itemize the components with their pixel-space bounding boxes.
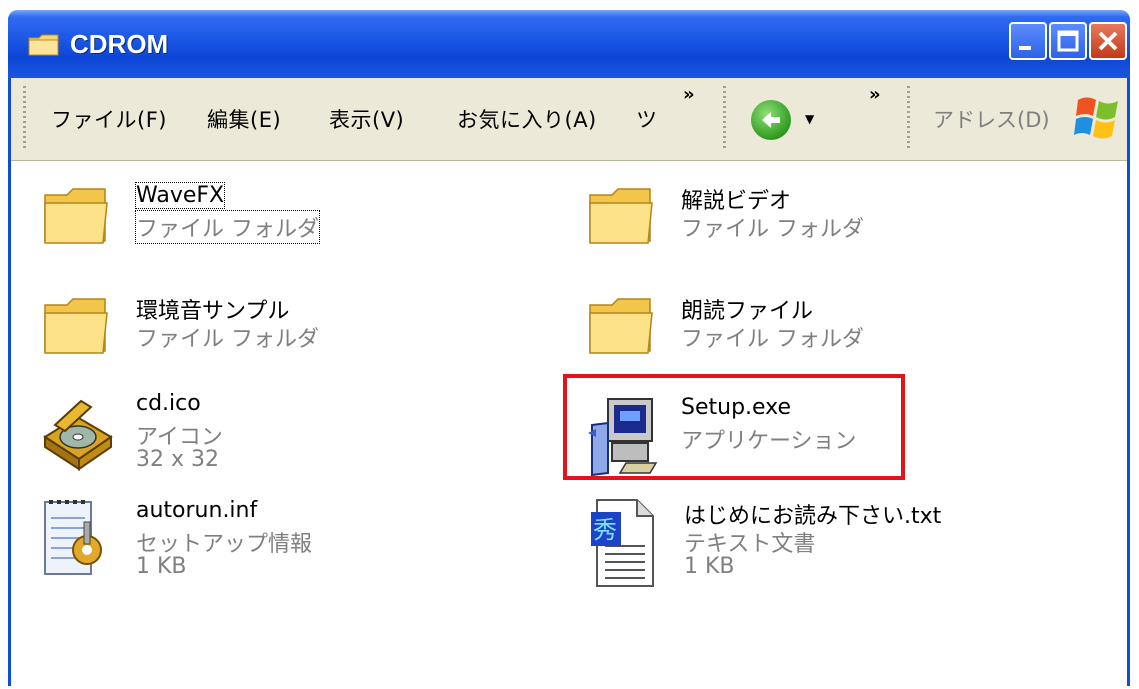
file-size: 1 KB: [136, 554, 187, 579]
menu-overflow-chevron[interactable]: »: [683, 84, 695, 105]
maximize-icon: [1057, 30, 1079, 52]
menu-tools[interactable]: ツ: [636, 104, 658, 134]
menu-toolbar: ファイル(F) 編集(E) 表示(V) お気に入り(A) ツ » ▼ » アドレ…: [11, 78, 1127, 161]
file-size: 1 KB: [684, 554, 735, 579]
toolbar-grip[interactable]: [723, 86, 726, 150]
file-item-ambient-samples[interactable]: 環境音サンプル ファイル フォルダ: [41, 291, 441, 371]
maximize-button[interactable]: [1049, 22, 1087, 60]
folder-icon: [44, 188, 108, 244]
folder-icon: [28, 34, 59, 56]
file-name: autorun.inf: [136, 498, 258, 523]
file-item-wavefx[interactable]: WaveFX ファイル フォルダ: [41, 181, 441, 261]
minimize-button[interactable]: [1009, 22, 1047, 60]
windows-logo-icon: [1074, 97, 1118, 139]
folder-icon: [44, 298, 108, 354]
cd-icon: [43, 399, 113, 471]
svg-text:秀: 秀: [593, 516, 617, 544]
menu-edit[interactable]: 編集(E): [207, 104, 281, 134]
explorer-window: CDROM ファイル(F) 編集(E) 表示(V) お気に入り(A) ツ » ▼…: [8, 10, 1130, 686]
menu-favorites[interactable]: お気に入り(A): [457, 104, 597, 134]
file-item-video[interactable]: 解説ビデオ ファイル フォルダ: [586, 181, 986, 261]
text-document-icon: 秀: [591, 499, 654, 587]
file-size: 32 x 32: [136, 447, 219, 472]
folder-icon: [589, 188, 653, 244]
minimize-icon: [1019, 46, 1031, 50]
back-arrow-icon: [762, 112, 780, 128]
menu-view[interactable]: 表示(V): [329, 104, 404, 134]
address-label[interactable]: アドレス(D): [933, 104, 1050, 134]
file-type: ファイル フォルダ: [135, 210, 320, 244]
file-item-reading-files[interactable]: 朗読ファイル ファイル フォルダ: [586, 291, 986, 371]
file-item-autorun-inf[interactable]: autorun.inf セットアップ情報 1 KB: [41, 496, 441, 596]
file-type: ファイル フォルダ: [681, 327, 864, 352]
toolbar-grip[interactable]: [23, 86, 26, 150]
file-item-readme-txt[interactable]: 秀 はじめにお読み下さい.txt テキスト文書 1 KB: [589, 496, 1089, 596]
setup-info-icon: [44, 500, 102, 575]
menu-file[interactable]: ファイル(F): [51, 104, 167, 134]
folder-icon: [589, 298, 653, 354]
file-item-cd-ico[interactable]: cd.ico アイコン 32 x 32: [41, 389, 441, 489]
back-dropdown-icon[interactable]: ▼: [805, 112, 814, 126]
close-button[interactable]: [1089, 22, 1127, 60]
setup-highlight-box: [563, 374, 905, 480]
toolbar-overflow-chevron[interactable]: »: [869, 84, 881, 105]
back-button[interactable]: [751, 100, 791, 140]
file-type: ファイル フォルダ: [681, 217, 864, 242]
title-bar[interactable]: CDROM: [8, 10, 1130, 78]
file-type: ファイル フォルダ: [136, 327, 319, 352]
close-icon: [1098, 31, 1118, 51]
window-title: CDROM: [70, 29, 169, 59]
file-name: cd.ico: [136, 391, 201, 416]
file-list: WaveFX ファイル フォルダ 解説ビデオ ファイル フォルダ 環境音サンプル…: [11, 161, 1127, 686]
toolbar-grip[interactable]: [907, 86, 910, 150]
file-name: WaveFX: [134, 182, 226, 209]
